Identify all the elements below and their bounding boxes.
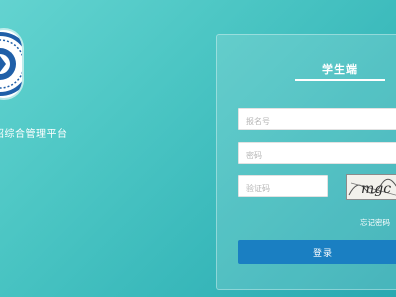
captcha-image[interactable]: mgc [346,174,396,200]
username-input[interactable] [239,111,396,132]
password-field [238,142,396,166]
panel-title-underline [295,79,385,81]
panel-title: 学生端 [322,63,358,76]
username-field [238,108,396,132]
login-button[interactable]: 登录 [238,240,396,264]
captcha-input[interactable] [239,178,327,199]
login-page: 招综合管理平台 学生端 mgc 忘记密码 登录 [0,0,396,297]
captcha-text: mgc [361,181,391,197]
password-input[interactable] [239,145,396,166]
platform-title: 招综合管理平台 [0,129,68,140]
captcha-field [238,175,328,199]
forgot-password-link[interactable]: 忘记密码 [360,217,390,228]
school-seal-icon [0,32,22,96]
school-logo [0,30,22,98]
captcha-noise: mgc [348,178,396,197]
